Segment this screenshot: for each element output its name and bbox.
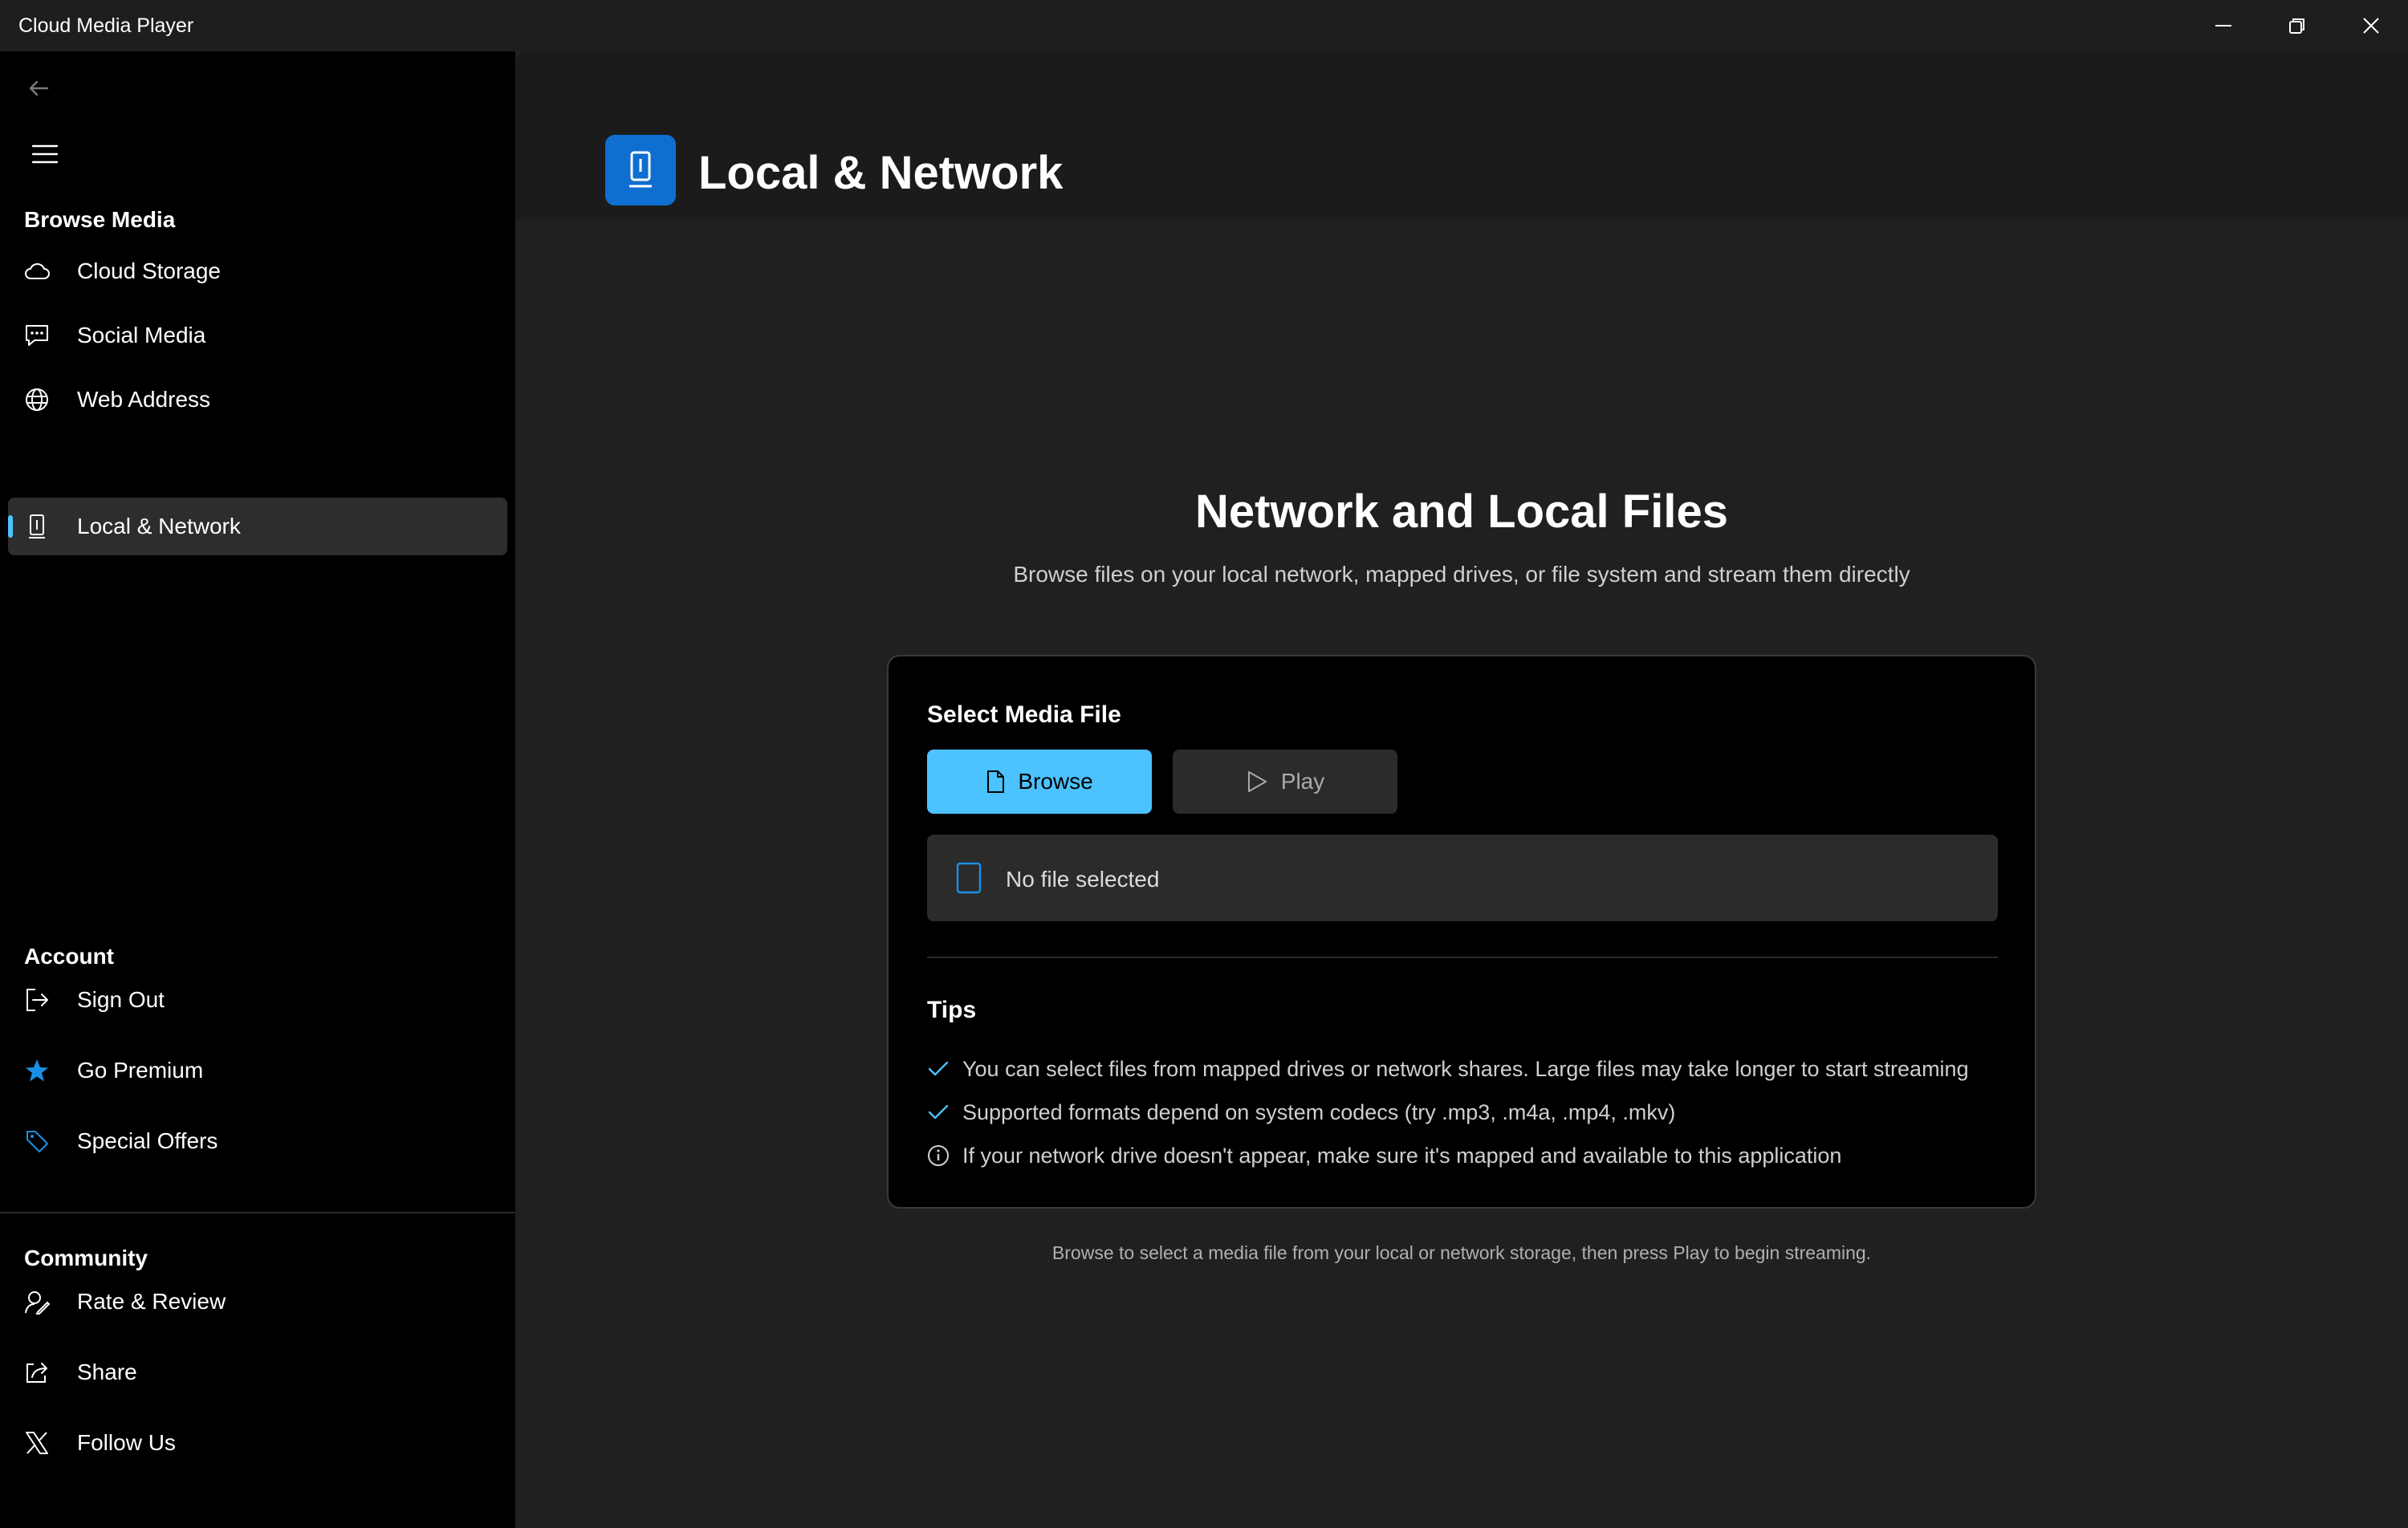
tip-item: Supported formats depend on system codec… [927,1096,1675,1128]
browse-button[interactable]: Browse [927,750,1152,814]
close-icon [2363,18,2379,34]
nav-item-web-address[interactable]: Web Address [8,371,507,429]
nav-item-go-premium[interactable]: Go Premium [8,1042,507,1099]
chat-icon [22,321,51,350]
nav-item-label: Go Premium [77,1058,204,1083]
sidebar: Browse Media Cloud Storage Social Media … [0,51,515,1528]
tip-item: If your network drive doesn't appear, ma… [927,1140,1841,1172]
document-icon [986,770,1005,794]
nav-item-special-offers[interactable]: Special Offers [8,1112,507,1170]
nav-item-local-network[interactable]: Local & Network [8,498,507,555]
star-icon [22,1056,51,1085]
share-icon [22,1358,51,1387]
footer-note: Browse to select a media file from your … [1051,1242,1872,1263]
select-media-card: Select Media File Browse Play No file se… [887,655,2036,1209]
nav-item-label: Follow Us [77,1430,176,1455]
hero-subtitle: Browse files on your local network, mapp… [1013,562,1910,587]
nav-item-cloud-storage[interactable]: Cloud Storage [8,242,507,300]
main-content: Local & Network Network and Local Files … [515,51,2408,1528]
tag-icon [22,1127,51,1156]
nav-item-share[interactable]: Share [8,1343,507,1401]
page-title: Local & Network [698,147,1064,199]
nav-item-sign-out[interactable]: Sign Out [8,971,507,1029]
tip-text: Supported formats depend on system codec… [962,1099,1676,1124]
tip-item: You can select files from mapped drives … [927,1053,1969,1085]
play-button[interactable]: Play [1173,750,1397,814]
minimize-button[interactable] [2186,0,2260,51]
hamburger-menu-button[interactable] [21,130,69,178]
restore-button[interactable] [2260,0,2334,51]
hero-title: Network and Local Files [1195,486,1728,538]
nav-item-label: Local & Network [77,514,241,538]
file-status-text: No file selected [1006,867,1160,892]
tips-title: Tips [927,997,977,1023]
nav-item-label: Special Offers [77,1128,218,1153]
check-icon [927,1101,950,1124]
card-divider [927,957,1998,958]
selected-file-display: No file selected [927,835,1998,921]
minimize-icon [2215,25,2231,26]
page-header: Local & Network [515,51,2408,220]
nav-item-label: Share [77,1359,137,1384]
file-icon [956,862,982,894]
card-title: Select Media File [927,701,1121,728]
play-button-label: Play [1280,769,1325,794]
nav-item-label: Web Address [77,387,211,412]
community-section-title: Community [24,1246,148,1270]
nav-item-label: Sign Out [77,987,165,1012]
nav-item-rate-review[interactable]: Rate & Review [8,1273,507,1331]
review-icon [22,1287,51,1316]
close-button[interactable] [2334,0,2408,51]
device-icon [22,512,51,541]
device-icon [605,135,676,205]
info-icon [927,1144,950,1167]
play-icon [1246,770,1268,794]
nav-item-label: Rate & Review [77,1289,226,1314]
title-bar: Cloud Media Player [0,0,2408,51]
nav-item-label: Social Media [77,323,206,347]
globe-icon [22,385,51,414]
nav-item-follow-us[interactable]: Follow Us [8,1414,507,1472]
sign-out-icon [22,985,51,1014]
browse-media-section-title: Browse Media [24,207,176,232]
restore-icon [2289,18,2304,34]
back-arrow-icon [29,80,49,96]
sidebar-divider [0,1212,515,1213]
back-button[interactable] [14,64,63,112]
browse-button-label: Browse [1018,769,1093,794]
check-icon [927,1058,950,1080]
nav-item-social-media[interactable]: Social Media [8,307,507,364]
nav-item-label: Cloud Storage [77,258,222,283]
hamburger-icon [31,144,59,164]
tip-text: If your network drive doesn't appear, ma… [962,1143,1842,1168]
cloud-icon [22,257,51,286]
app-title: Cloud Media Player [18,14,194,37]
account-section-title: Account [24,944,114,969]
tip-text: You can select files from mapped drives … [962,1056,1969,1081]
x-logo-icon [22,1428,51,1457]
